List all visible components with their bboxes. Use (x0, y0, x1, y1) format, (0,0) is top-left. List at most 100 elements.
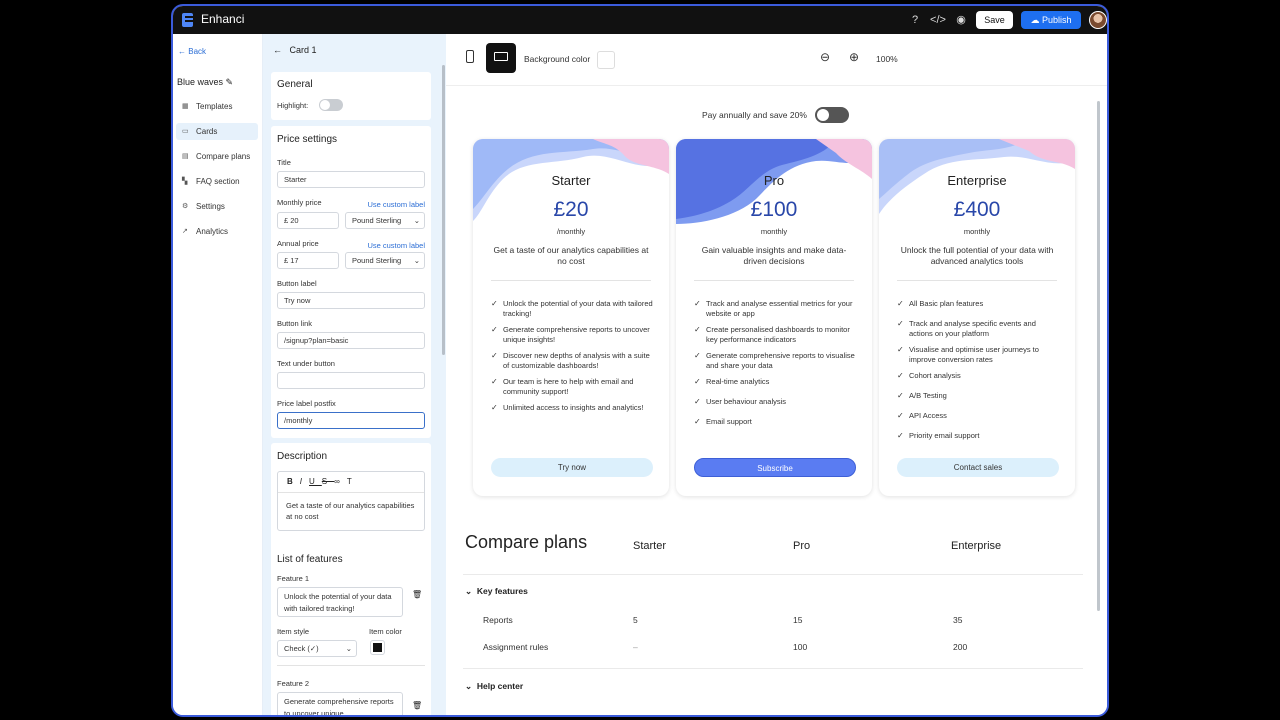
card-feature: ✓ Track and analyse specific events and a… (897, 319, 1059, 338)
card-price-period: monthly (963, 227, 991, 236)
zoom-out-icon[interactable]: ⊖ (820, 50, 830, 64)
check-icon: ✓ (491, 299, 498, 308)
panel-title: Card 1 (289, 45, 317, 55)
project-name[interactable]: Blue waves ✎ (177, 77, 233, 88)
annual-toggle-label: Pay annually and save 20% (702, 110, 807, 120)
clear-format-icon[interactable]: T (347, 477, 359, 486)
annual-currency-select[interactable]: Pound Sterling ⌄ (345, 252, 425, 269)
description-text[interactable]: Get a taste of our analytics capabilitie… (278, 493, 424, 529)
feature-text: Cohort analysis (909, 371, 961, 380)
underline-icon[interactable]: U (309, 477, 322, 486)
check-icon: ✓ (694, 397, 701, 406)
publish-button[interactable]: ☁ Publish (1021, 11, 1081, 29)
toggle-knob (817, 109, 829, 121)
feature-1-label: Feature 1 (277, 574, 310, 583)
feature-text: Priority email support (909, 431, 980, 440)
nav-cards[interactable]: ▭ Cards (176, 123, 258, 140)
nav-label: Analytics (196, 227, 229, 236)
compare-plans-title: Compare plans (465, 532, 588, 552)
general-section: General Highlight: (271, 72, 431, 120)
zoom-level: 100% (876, 54, 898, 64)
desktop-view-button[interactable] (486, 43, 516, 73)
card-feature: ✓ Cohort analysis (897, 371, 1059, 381)
divider (463, 574, 1083, 575)
card-divider (897, 280, 1057, 281)
cell-value: 5 (633, 615, 638, 625)
mobile-view-icon[interactable] (466, 50, 474, 63)
button-link-input[interactable]: /signup?plan=basic (277, 332, 425, 349)
card-feature: ✓ Email support (694, 417, 856, 427)
try-now-button[interactable]: Try now (491, 458, 653, 477)
subscribe-button[interactable]: Subscribe (694, 458, 856, 477)
publish-label: Publish (1041, 15, 1072, 25)
trash-icon[interactable]: 🗑 (412, 701, 422, 710)
group-help-center[interactable]: ⌄ Help center (465, 681, 523, 692)
bold-icon[interactable]: B (287, 477, 300, 486)
nav-analytics[interactable]: ↗ Analytics (176, 223, 258, 240)
check-icon: ✓ (897, 411, 904, 420)
monthly-price-input[interactable]: £ 20 (277, 212, 339, 229)
text-under-button-input[interactable] (277, 372, 425, 389)
currency-value: Pound Sterling (352, 216, 402, 225)
card-settings-panel: ← Card 1 General Highlight: Price settin… (263, 34, 446, 715)
background-color-swatch[interactable] (597, 51, 615, 69)
panel-scrollbar[interactable] (442, 65, 445, 355)
pricing-card-starter: Starter £20 /monthly Get a taste of our … (473, 139, 669, 496)
cell-value: 100 (793, 642, 808, 652)
item-style-select[interactable]: Check (✓) ⌄ (277, 640, 357, 657)
annual-toggle[interactable] (815, 107, 849, 123)
strikethrough-icon[interactable]: S (322, 477, 334, 486)
item-color-swatch[interactable] (370, 640, 385, 655)
card-feature: ✓ Track and analyse essential metrics for… (694, 299, 856, 318)
annual-custom-label-link[interactable]: Use custom label (367, 241, 425, 250)
arrow-back-icon[interactable]: ← (273, 45, 282, 55)
trash-icon[interactable]: 🗑 (412, 590, 422, 599)
back-link[interactable]: ← Back (178, 47, 206, 56)
pencil-icon[interactable]: ✎ (226, 77, 234, 87)
monthly-currency-select[interactable]: Pound Sterling ⌄ (345, 212, 425, 229)
feature-text: All Basic plan features (909, 299, 984, 308)
monthly-custom-label-link[interactable]: Use custom label (367, 200, 425, 209)
preview-eye-icon[interactable]: ◉ (953, 12, 969, 28)
card-feature: ✓ All Basic plan features (897, 299, 1059, 309)
nav-faq[interactable]: ▚ FAQ section (176, 173, 258, 190)
description-heading: Description (277, 451, 328, 462)
nav-templates[interactable]: ▦ Templates (176, 98, 258, 115)
price-postfix-input[interactable]: /monthly (277, 412, 425, 429)
editor-toolbar: BIUS∞T (278, 472, 424, 493)
check-icon: ✓ (897, 299, 904, 308)
nav-settings[interactable]: ⚙ Settings (176, 198, 258, 215)
italic-icon[interactable]: I (300, 477, 309, 486)
chevron-down-icon: ⌄ (465, 681, 473, 691)
highlight-toggle[interactable] (319, 99, 343, 111)
rich-text-editor[interactable]: BIUS∞T Get a taste of our analytics capa… (277, 471, 425, 531)
feature-text: Visualise and optimise user journeys to … (909, 345, 1039, 364)
group-key-features[interactable]: ⌄ Key features (465, 586, 528, 597)
code-icon[interactable]: </> (930, 12, 946, 28)
button-link-label: Button link (277, 319, 313, 328)
help-icon[interactable]: ? (907, 12, 923, 28)
button-label-input[interactable]: Try now (277, 292, 425, 309)
group-label: Help center (476, 681, 524, 691)
features-heading: List of features (277, 554, 343, 565)
contact-sales-button[interactable]: Contact sales (897, 458, 1059, 477)
save-button[interactable]: Save (976, 11, 1013, 29)
title-input[interactable]: Starter (277, 171, 425, 188)
avatar[interactable] (1089, 11, 1107, 29)
app-window: Enhanci ? </> ◉ Save ☁ Publish ← Back Bl… (171, 4, 1109, 717)
card-title: Starter (551, 173, 591, 188)
canvas-scrollbar[interactable] (1097, 101, 1100, 611)
back-label: Back (188, 47, 207, 56)
card-divider (694, 280, 854, 281)
check-icon: ✓ (694, 351, 701, 360)
feature-2-input[interactable]: Generate comprehensive reports to uncove… (277, 692, 403, 715)
card-feature: ✓ Unlock the potential of your data with … (491, 299, 653, 318)
annual-price-input[interactable]: £ 17 (277, 252, 339, 269)
zoom-in-icon[interactable]: ⊕ (849, 50, 859, 64)
link-icon[interactable]: ∞ (334, 477, 347, 486)
row-label-assignment-rules: Assignment rules (483, 642, 549, 652)
feature-1-input[interactable]: Unlock the potential of your data with t… (277, 587, 403, 617)
check-icon: ✓ (897, 345, 904, 354)
item-style-value: Check (✓) (284, 644, 319, 653)
nav-compare-plans[interactable]: ▤ Compare plans (176, 148, 258, 165)
